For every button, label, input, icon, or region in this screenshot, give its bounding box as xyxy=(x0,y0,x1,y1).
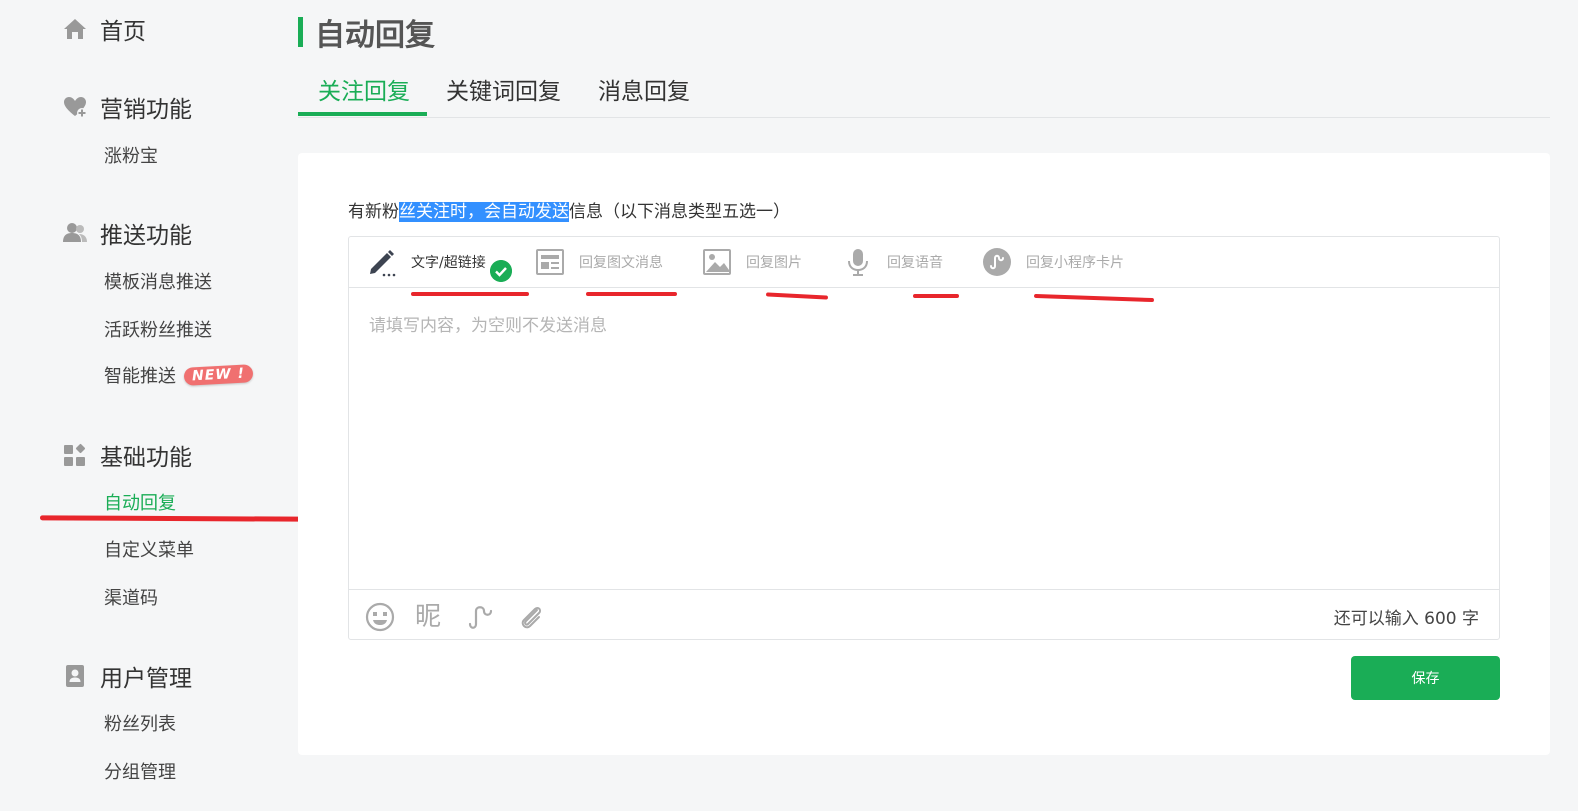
annotation-stroke xyxy=(913,294,959,298)
reply-type-label: 回复图片 xyxy=(746,255,802,271)
sidebar-group-label: 营销功能 xyxy=(100,97,192,123)
reply-type-image[interactable]: 回复图片 xyxy=(702,247,802,277)
sidebar-item-label: 粉丝列表 xyxy=(104,714,176,735)
sidebar-item-label: 渠道码 xyxy=(104,588,158,609)
image-icon xyxy=(703,249,731,275)
mini-program-icon xyxy=(983,248,1011,276)
reply-content-input[interactable] xyxy=(349,289,1499,589)
sidebar-group-marketing: 营销功能 xyxy=(62,90,192,124)
reply-type-text[interactable]: 文字/超链接 xyxy=(367,247,486,277)
sidebar-group-user-management: 用户管理 xyxy=(62,659,192,693)
sidebar-group-label: 用户管理 xyxy=(100,666,192,692)
page-title: 自动回复 xyxy=(315,18,435,53)
sidebar-item-label: 自定义菜单 xyxy=(104,540,194,561)
new-badge: NEW ! xyxy=(183,364,254,386)
sidebar-item-auto-reply[interactable]: 自动回复 xyxy=(104,489,176,515)
sidebar-item-label: 分组管理 xyxy=(104,762,176,783)
sidebar-item-fans-list[interactable]: 粉丝列表 xyxy=(104,710,176,736)
sidebar-item-label: 活跃粉丝推送 xyxy=(104,320,212,341)
sidebar-item-template-push[interactable]: 模板消息推送 xyxy=(104,268,212,294)
news-icon xyxy=(536,249,564,275)
desc-highlight: 丝关注时，会自动发送 xyxy=(399,202,569,222)
sidebar: 首页 营销功能 涨粉宝 推送功能 模板消息推送 活跃粉丝推送 智能推送 NEW … xyxy=(0,0,290,811)
tab-bar: 关注回复 关键词回复 消息回复 xyxy=(298,58,1550,118)
grid-icon xyxy=(64,443,86,466)
emoji-icon[interactable] xyxy=(365,602,395,632)
reply-type-label: 回复小程序卡片 xyxy=(1026,255,1124,271)
tab-follow-reply[interactable]: 关注回复 xyxy=(318,72,410,106)
home-icon xyxy=(64,19,86,39)
sidebar-home-label: 首页 xyxy=(100,19,146,45)
sidebar-item-group-management[interactable]: 分组管理 xyxy=(104,758,176,784)
reply-description: 有新粉丝关注时，会自动发送信息（以下消息类型五选一） xyxy=(348,197,790,222)
title-accent-bar xyxy=(298,17,303,47)
microphone-icon xyxy=(848,249,868,276)
sidebar-item-home[interactable]: 首页 xyxy=(62,12,146,46)
reply-type-label: 文字/超链接 xyxy=(411,255,486,271)
save-button[interactable]: 保存 xyxy=(1351,656,1500,700)
page-header: 自动回复 xyxy=(298,10,435,54)
sidebar-item-smart-push[interactable]: 智能推送 NEW ! xyxy=(104,362,254,388)
reply-type-news[interactable]: 回复图文消息 xyxy=(535,247,663,277)
contact-card-icon xyxy=(66,665,84,687)
annotation-stroke xyxy=(411,292,529,296)
heart-plus-icon xyxy=(64,97,87,118)
tab-keyword-reply[interactable]: 关键词回复 xyxy=(446,72,561,106)
reply-type-mini-program[interactable]: 回复小程序卡片 xyxy=(982,247,1124,277)
reply-type-label: 回复语音 xyxy=(887,255,943,271)
reply-type-label: 回复图文消息 xyxy=(579,255,663,271)
sidebar-item-label: 智能推送 xyxy=(104,366,176,387)
sidebar-group-push: 推送功能 xyxy=(62,216,192,250)
tab-active-indicator xyxy=(298,112,427,116)
sidebar-group-label: 推送功能 xyxy=(100,223,192,249)
nickname-button[interactable]: 昵 xyxy=(415,602,445,632)
character-counter: 还可以输入 600 字 xyxy=(1333,609,1479,629)
reply-type-voice[interactable]: 回复语音 xyxy=(843,247,943,277)
annotation-stroke xyxy=(586,292,677,296)
sidebar-item-channel-code[interactable]: 渠道码 xyxy=(104,584,158,610)
attachment-icon[interactable] xyxy=(517,602,547,632)
sidebar-item-label: 自动回复 xyxy=(104,493,176,514)
sidebar-item-fans-booster[interactable]: 涨粉宝 xyxy=(104,142,158,168)
link-icon[interactable] xyxy=(465,602,495,632)
check-circle-icon xyxy=(490,260,512,282)
sidebar-item-label: 模板消息推送 xyxy=(104,272,212,293)
sidebar-item-label: 涨粉宝 xyxy=(104,146,158,167)
tab-message-reply[interactable]: 消息回复 xyxy=(598,72,690,106)
reply-type-bar: 文字/超链接 回复图文消息 回复图片 回复语音 回复小程序卡片 xyxy=(349,237,1499,288)
sidebar-group-label: 基础功能 xyxy=(100,445,192,471)
editor-toolbar: 昵 还可以输入 600 字 xyxy=(349,589,1499,640)
users-icon xyxy=(63,223,87,242)
sidebar-item-active-fans-push[interactable]: 活跃粉丝推送 xyxy=(104,316,212,342)
sidebar-item-custom-menu[interactable]: 自定义菜单 xyxy=(104,536,194,562)
sidebar-group-basic: 基础功能 xyxy=(62,438,192,472)
desc-before: 有新粉 xyxy=(348,202,399,222)
desc-after: 信息（以下消息类型五选一） xyxy=(569,202,790,222)
pencil-icon xyxy=(370,250,396,277)
reply-card: 有新粉丝关注时，会自动发送信息（以下消息类型五选一） 文字/超链接 回复图文消息… xyxy=(298,153,1550,755)
